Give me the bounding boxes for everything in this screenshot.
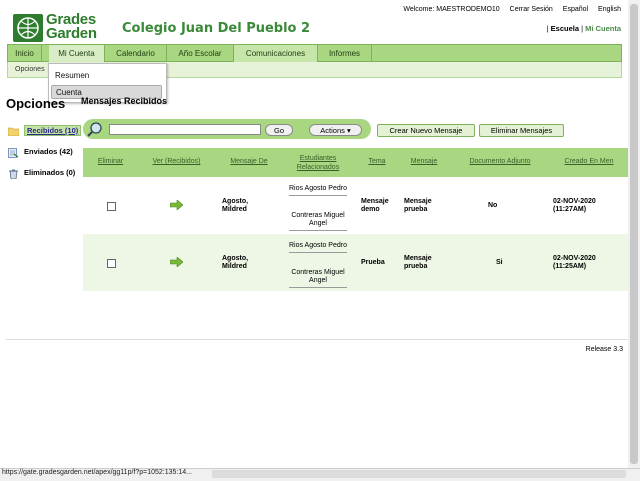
- main-nav: Inicio Mi Cuenta Calendario Año Escolar …: [7, 44, 622, 62]
- page-title: Mensajes Recibidos: [81, 96, 168, 106]
- actions-button[interactable]: Actions ▾: [309, 124, 362, 136]
- student-name: Contreras Miguel Angel: [289, 212, 347, 231]
- footer-divider: [6, 339, 630, 340]
- menu-item-resumen[interactable]: Resumen: [51, 69, 162, 83]
- message-from: Agosto, Mildred: [222, 255, 249, 270]
- col-mensaje-de[interactable]: Mensaje De: [216, 158, 282, 165]
- subnav-opciones[interactable]: Opciones: [15, 66, 45, 73]
- status-url: https://gate.gradesgarden.net/apex/gg11p…: [2, 469, 192, 476]
- attachment-flag: No: [488, 202, 498, 209]
- col-mensaje[interactable]: Mensaje: [399, 158, 449, 165]
- message-subject: Prueba: [361, 259, 385, 266]
- search-input[interactable]: [109, 124, 261, 135]
- view-arrow-icon[interactable]: [169, 256, 184, 268]
- mi-cuenta-link[interactable]: Mi Cuenta: [585, 24, 621, 33]
- vertical-scrollbar-thumb[interactable]: [630, 4, 638, 464]
- tab-calendario[interactable]: Calendario: [105, 45, 167, 62]
- created-date: 02-NOV-2020 (11:27AM): [553, 198, 596, 213]
- student-name: Rios Agosto Pedro: [289, 185, 347, 196]
- tab-ano-escolar[interactable]: Año Escolar: [167, 45, 234, 62]
- chevron-down-icon: ▾: [346, 126, 351, 135]
- logo-icon: [13, 14, 43, 42]
- escuela-link[interactable]: Escuela: [551, 24, 579, 33]
- top-links: Welcome: MAESTRODEMO10 Cerrar Sesión Esp…: [403, 6, 621, 13]
- tab-inicio[interactable]: Inicio: [8, 45, 42, 62]
- col-estudiantes[interactable]: Estudiantes Relacionados: [288, 154, 348, 172]
- tab-mi-cuenta[interactable]: Mi Cuenta: [49, 45, 105, 62]
- col-tema[interactable]: Tema: [358, 158, 396, 165]
- go-button[interactable]: Go: [265, 124, 293, 136]
- table-row: Agosto, Mildred Rios Agosto Pedro Contre…: [83, 234, 630, 291]
- logout-link[interactable]: Cerrar Sesión: [510, 6, 553, 13]
- sidebar-item-enviados[interactable]: Enviados (42): [8, 147, 73, 158]
- horizontal-scrollbar[interactable]: [212, 470, 626, 478]
- message-subject: Mensaje demo: [361, 198, 389, 213]
- created-date: 02-NOV-2020 (11:25AM): [553, 255, 596, 270]
- col-eliminar[interactable]: Eliminar: [83, 158, 138, 165]
- row-checkbox[interactable]: [107, 202, 116, 211]
- sidebar-item-eliminados[interactable]: Eliminados (0): [8, 168, 75, 179]
- logo-text: Grades Garden: [46, 11, 97, 42]
- tab-informes[interactable]: Informes: [318, 45, 372, 62]
- message-body: Mensaje prueba: [404, 198, 432, 213]
- folder-icon: [7, 127, 20, 136]
- greeting-text: Welcome: MAESTRODEMO10: [403, 6, 500, 13]
- trash-icon: [8, 169, 19, 179]
- lang-es-link[interactable]: Español: [563, 6, 588, 13]
- sidebar-item-recibidos[interactable]: Recibidos (10): [7, 125, 82, 136]
- search-icon[interactable]: [86, 121, 103, 138]
- school-name: Colegio Juan Del Pueblo 2: [122, 21, 311, 36]
- attachment-flag: Si: [496, 259, 503, 266]
- sidebar-title: Opciones: [6, 96, 66, 111]
- student-name: Contreras Miguel Angel: [289, 269, 347, 288]
- lang-en-link[interactable]: English: [598, 6, 621, 13]
- release-label: Release 3.3: [585, 346, 623, 353]
- student-name: Rios Agosto Pedro: [289, 242, 347, 253]
- sent-icon: [8, 147, 19, 158]
- col-ver[interactable]: Ver (Recibidos): [138, 158, 215, 165]
- new-message-button[interactable]: Crear Nuevo Mensaje: [377, 124, 475, 137]
- message-from: Agosto, Mildred: [222, 198, 249, 213]
- table-row: Agosto, Mildred Rios Agosto Pedro Contre…: [83, 177, 630, 235]
- table-header: Eliminar Ver (Recibidos) Mensaje De Estu…: [83, 148, 630, 177]
- delete-messages-button[interactable]: Eliminar Mensajes: [479, 124, 564, 137]
- col-creado[interactable]: Creado En Men: [553, 158, 625, 165]
- view-arrow-icon[interactable]: [169, 199, 184, 211]
- tab-comunicaciones[interactable]: Comunicaciones: [234, 45, 318, 62]
- row-checkbox[interactable]: [107, 259, 116, 268]
- account-links: | Escuela | Mi Cuenta: [546, 24, 621, 33]
- message-body: Mensaje prueba: [404, 255, 432, 270]
- col-adjunto[interactable]: Documento Adjunto: [458, 158, 542, 165]
